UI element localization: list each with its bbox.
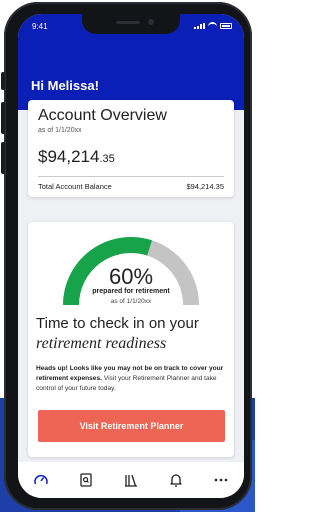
phone-frame: 9:41 Hi Melissa! Account Overview as of … [1, 2, 252, 510]
prepared-label: prepared for retirement [92, 288, 170, 295]
tab-notifications[interactable] [161, 468, 191, 492]
camera [148, 19, 154, 25]
tab-bar [18, 462, 244, 498]
mute-switch [1, 72, 5, 90]
volume-up-button [1, 102, 5, 134]
divider [38, 176, 224, 177]
document-search-icon [80, 473, 92, 487]
speaker [116, 21, 140, 24]
tab-more[interactable] [206, 468, 236, 492]
status-time: 9:41 [32, 22, 48, 31]
account-balance: $94,214.35 [38, 147, 115, 167]
volume-down-button [1, 142, 5, 174]
account-overview-card[interactable]: Account Overview as of 1/1/20xx $94,214.… [28, 100, 234, 197]
balance-cents: .35 [99, 153, 115, 165]
retirement-percent: 60% [108, 264, 154, 289]
readiness-headline: retirement readiness [36, 335, 167, 352]
total-balance-label: Total Account Balance [38, 182, 112, 191]
screen: 9:41 Hi Melissa! Account Overview as of … [18, 14, 244, 498]
wifi-icon [208, 22, 217, 29]
account-as-of: as of 1/1/20xx [38, 127, 82, 134]
signal-icon [194, 23, 205, 29]
retirement-card: 60% prepared for retirement as of 1/1/20… [28, 222, 234, 457]
total-balance-value: $94,214.35 [186, 182, 224, 191]
tab-library[interactable] [116, 468, 146, 492]
bell-icon [170, 474, 182, 487]
battery-icon [220, 23, 232, 29]
tab-dashboard[interactable] [26, 468, 56, 492]
checkin-headline: Time to check in on your [36, 315, 199, 332]
greeting: Hi Melissa! [31, 78, 99, 93]
account-title: Account Overview [38, 107, 167, 124]
tab-documents[interactable] [71, 468, 101, 492]
balance-dollars: $94,214 [38, 147, 100, 166]
notch [82, 14, 180, 34]
status-icons [194, 22, 232, 29]
gauge-as-of: as of 1/1/20xx [110, 298, 152, 305]
more-icon [215, 478, 228, 482]
visit-retirement-planner-button[interactable]: Visit Retirement Planner [38, 410, 225, 442]
gauge-icon [33, 474, 48, 485]
retirement-message: Heads up! Looks like you may not be on t… [36, 364, 228, 394]
library-icon [124, 474, 137, 487]
